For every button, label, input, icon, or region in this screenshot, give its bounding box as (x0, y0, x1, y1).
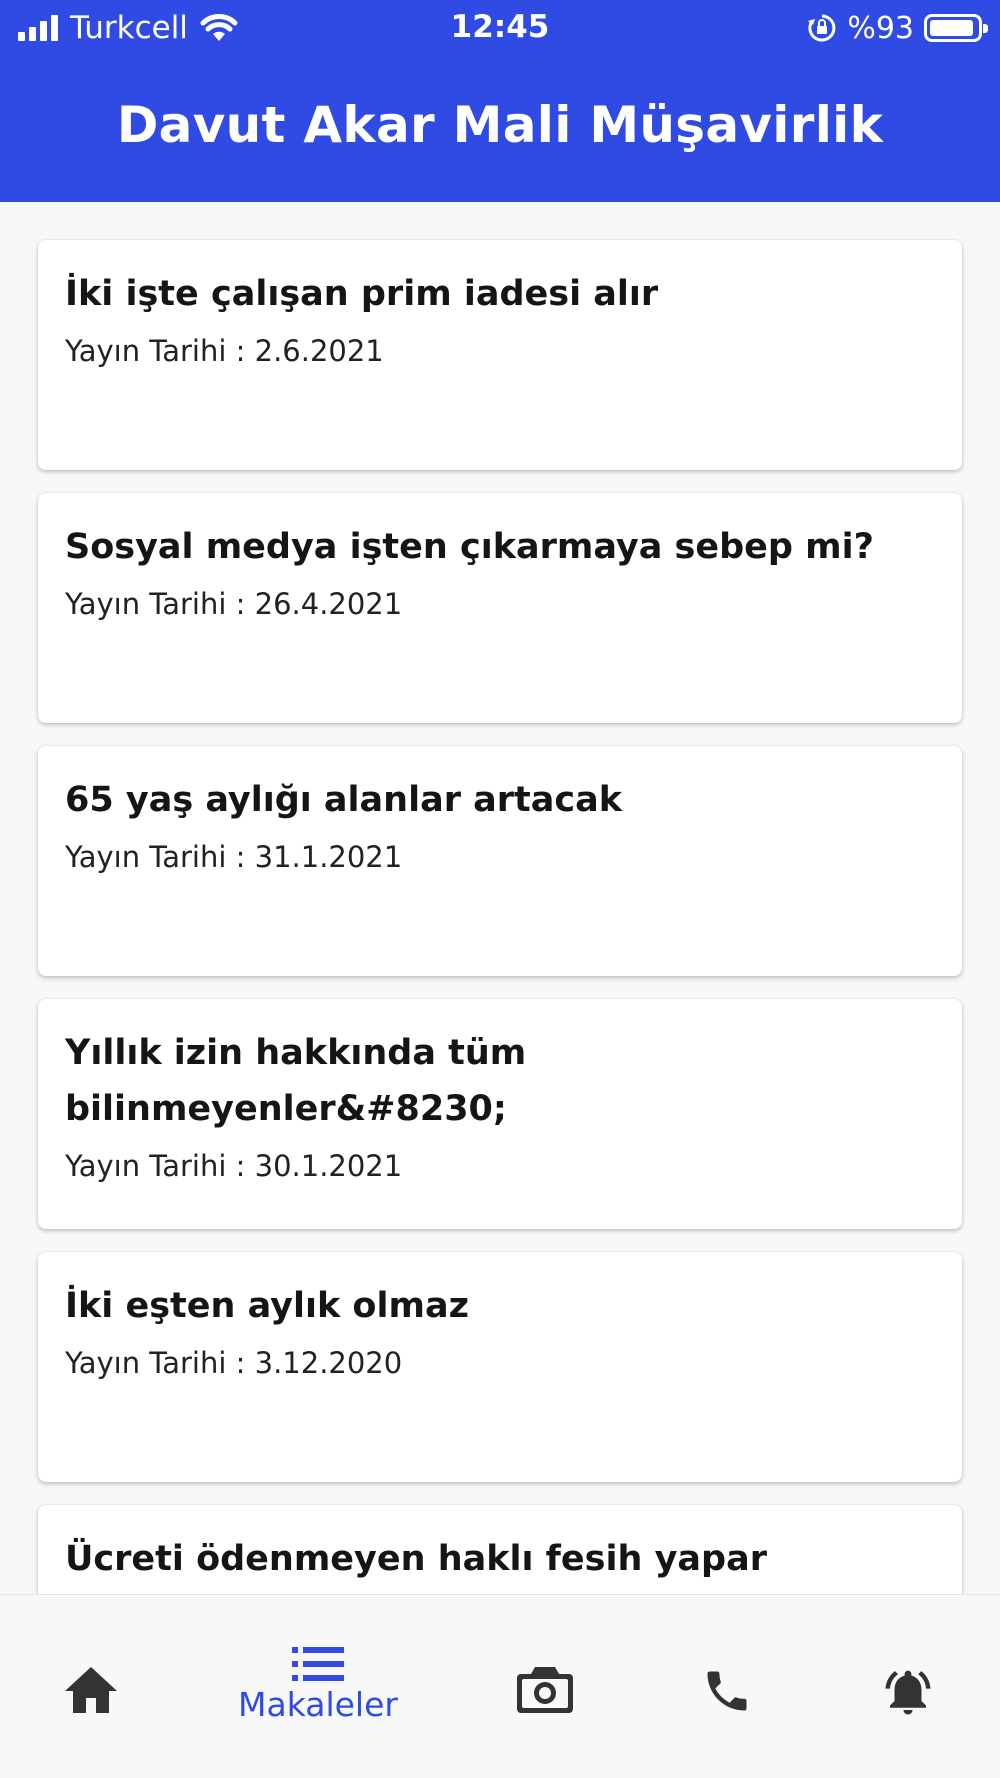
article-card[interactable]: Yıllık izin hakkında tüm bilinmeyenler&#… (38, 999, 962, 1229)
camera-icon (517, 1667, 573, 1713)
home-icon (65, 1667, 117, 1713)
status-bar: Turkcell 12:45 %93 (0, 0, 1000, 56)
nav-makaleler[interactable]: Makaleler (218, 1595, 418, 1778)
battery-level (930, 20, 973, 36)
article-date: Yayın Tarihi : 2.6.2021 (65, 334, 384, 368)
nav-home[interactable] (0, 1595, 191, 1778)
battery-percentage: %93 (847, 10, 914, 46)
battery-nub (983, 24, 988, 33)
article-date: Yayın Tarihi : 3.12.2020 (65, 1346, 403, 1380)
article-date: Yayın Tarihi : 31.1.2021 (65, 840, 403, 874)
article-title-line2: bilinmeyenler&#8230; (65, 1089, 507, 1129)
article-list[interactable]: İki işte çalışan prim iadesi alır Yayın … (0, 202, 1000, 1594)
bottom-navigation: Makaleler (0, 1594, 1000, 1778)
article-card[interactable]: İki eşten aylık olmaz Yayın Tarihi : 3.1… (38, 1252, 962, 1482)
phone-icon (707, 1671, 747, 1711)
article-card[interactable]: Ücreti ödenmeyen haklı fesih yapar (38, 1505, 962, 1594)
article-date: Yayın Tarihi : 30.1.2021 (65, 1149, 403, 1183)
nav-phone[interactable] (627, 1595, 827, 1778)
article-title: Ücreti ödenmeyen haklı fesih yapar (65, 1539, 767, 1579)
article-title: İki işte çalışan prim iadesi alır (65, 274, 659, 314)
article-card[interactable]: İki işte çalışan prim iadesi alır Yayın … (38, 240, 962, 470)
battery-icon (924, 14, 988, 42)
article-card[interactable]: Sosyal medya işten çıkarmaya sebep mi? Y… (38, 493, 962, 723)
app-header: Turkcell 12:45 %93 Davut Akar Mali Müşav… (0, 0, 1000, 202)
article-card[interactable]: 65 yaş aylığı alanlar artacak Yayın Tari… (38, 746, 962, 976)
app-screen: Turkcell 12:45 %93 Davut Akar Mali Müşav… (0, 0, 1000, 1778)
nav-camera[interactable] (445, 1595, 645, 1778)
bell-icon (885, 1670, 931, 1715)
status-right: %93 (807, 8, 988, 48)
nav-label: Makaleler (238, 1685, 398, 1724)
article-date: Yayın Tarihi : 26.4.2021 (65, 587, 403, 621)
list-icon (292, 1647, 344, 1681)
page-title: Davut Akar Mali Müşavirlik (116, 96, 884, 154)
article-title: Sosyal medya işten çıkarmaya sebep mi? (65, 527, 874, 567)
article-title: 65 yaş aylığı alanlar artacak (65, 780, 623, 820)
article-title: İki eşten aylık olmaz (65, 1286, 469, 1326)
article-title: Yıllık izin hakkında tüm (65, 1033, 527, 1073)
rotation-lock-icon (807, 13, 837, 43)
nav-notifications[interactable] (808, 1595, 1000, 1778)
